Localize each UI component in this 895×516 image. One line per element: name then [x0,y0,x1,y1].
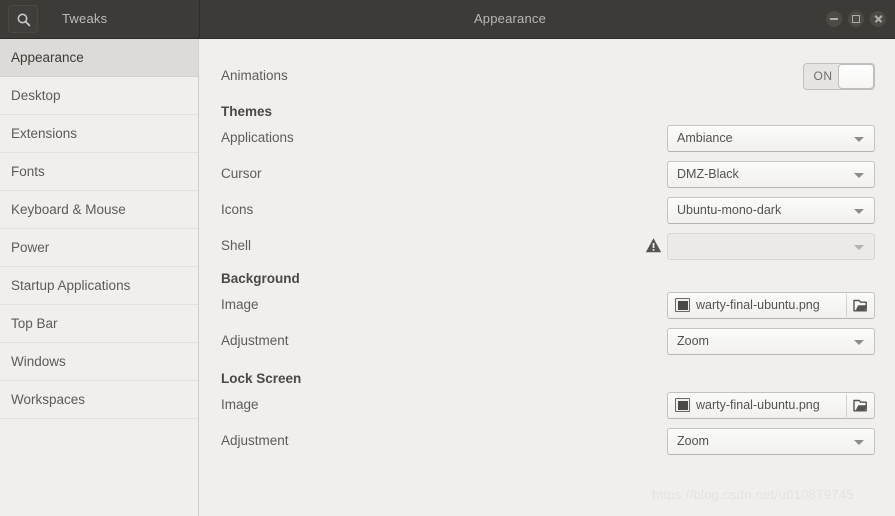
cursor-label: Cursor [221,166,262,181]
sidebar-item-keyboard-and-mouse[interactable]: Keyboard & Mouse [0,191,198,229]
sidebar-item-fonts[interactable]: Fonts [0,153,198,191]
sidebar-item-windows[interactable]: Windows [0,343,198,381]
shell-theme-dropdown[interactable] [667,233,875,260]
image-thumbnail-icon [675,398,690,412]
sidebar-item-desktop[interactable]: Desktop [0,77,198,115]
minimize-icon [830,18,838,20]
app-title: Tweaks [62,11,108,26]
background-adjustment-value: Zoom [677,334,709,348]
icons-theme-value: Ubuntu-mono-dark [677,203,782,217]
sidebar: Appearance Desktop Extensions Fonts Keyb… [0,39,199,516]
animations-toggle-state: ON [813,69,833,83]
section-themes: Themes [200,99,895,127]
icons-theme-dropdown[interactable]: Ubuntu-mono-dark [667,197,875,224]
themes-section-label: Themes [221,104,273,119]
background-image-filename: warty-final-ubuntu.png [696,298,820,312]
lock-screen-adjustment-dropdown[interactable]: Zoom [667,428,875,455]
sidebar-item-label: Appearance [11,50,84,65]
row-lock-screen-image: Image warty-final-ubuntu.png [200,392,895,420]
image-thumbnail-icon [675,298,690,312]
background-section-label: Background [221,271,300,286]
sidebar-item-label: Keyboard & Mouse [11,202,126,217]
close-button[interactable] [870,11,886,27]
chevron-down-icon [854,340,864,345]
background-image-file-button[interactable]: warty-final-ubuntu.png [667,292,875,319]
sidebar-item-workspaces[interactable]: Workspaces [0,381,198,419]
shell-label: Shell [221,238,252,253]
title-bar: Tweaks Appearance [0,0,895,39]
lock-screen-adjustment-value: Zoom [677,434,709,448]
chevron-down-icon [854,209,864,214]
settings-panel: Animations ON Themes Applications Ambian… [200,39,895,516]
sidebar-item-extensions[interactable]: Extensions [0,115,198,153]
background-image-label: Image [221,297,259,312]
sidebar-item-appearance[interactable]: Appearance [0,39,198,77]
title-bar-left-pane: Tweaks [0,0,200,38]
chevron-down-icon [854,173,864,178]
warning-icon [645,237,662,254]
background-adjustment-dropdown[interactable]: Zoom [667,328,875,355]
chevron-down-icon [854,245,864,250]
chevron-down-icon [854,137,864,142]
chevron-down-icon [854,440,864,445]
section-lock-screen: Lock Screen [200,366,895,394]
row-cursor-theme: Cursor DMZ-Black [200,161,895,189]
sidebar-item-label: Workspaces [11,392,86,407]
cursor-theme-value: DMZ-Black [677,167,739,181]
applications-label: Applications [221,130,294,145]
lock-screen-section-label: Lock Screen [221,371,302,386]
document-open-icon [852,398,869,414]
sidebar-item-label: Desktop [11,88,61,103]
sidebar-item-power[interactable]: Power [0,229,198,267]
background-adjustment-label: Adjustment [221,333,289,348]
sidebar-item-label: Windows [11,354,66,369]
lock-screen-image-file-button[interactable]: warty-final-ubuntu.png [667,392,875,419]
cursor-theme-dropdown[interactable]: DMZ-Black [667,161,875,188]
row-icons-theme: Icons Ubuntu-mono-dark [200,197,895,225]
watermark-text: https://blog.csdn.net/u010879745 [652,487,854,502]
lock-screen-adjustment-label: Adjustment [221,433,289,448]
sidebar-item-top-bar[interactable]: Top Bar [0,305,198,343]
sidebar-item-startup-applications[interactable]: Startup Applications [0,267,198,305]
sidebar-item-label: Extensions [11,126,78,141]
row-applications-theme: Applications Ambiance [200,125,895,153]
maximize-icon [852,15,860,23]
minimize-button[interactable] [826,11,842,27]
lock-screen-image-label: Image [221,397,259,412]
animations-toggle[interactable]: ON [803,63,875,90]
file-button-separator [846,394,847,419]
document-open-icon [852,298,869,314]
section-background: Background [200,266,895,294]
sidebar-item-label: Top Bar [11,316,58,331]
sidebar-item-label: Startup Applications [11,278,131,293]
row-animations: Animations ON [200,63,895,91]
icons-label: Icons [221,202,254,217]
maximize-button[interactable] [848,11,864,27]
lock-screen-image-filename: warty-final-ubuntu.png [696,398,820,412]
row-background-image: Image warty-final-ubuntu.png [200,292,895,320]
search-button[interactable] [8,5,38,33]
row-shell-theme: Shell [200,233,895,261]
animations-toggle-knob [838,64,874,89]
applications-theme-value: Ambiance [677,131,733,145]
animations-label: Animations [221,68,288,83]
sidebar-item-label: Fonts [11,164,45,179]
applications-theme-dropdown[interactable]: Ambiance [667,125,875,152]
sidebar-item-label: Power [11,240,50,255]
row-lock-screen-adjustment: Adjustment Zoom [200,428,895,456]
window-controls [826,11,886,27]
row-background-adjustment: Adjustment Zoom [200,328,895,356]
window-title: Appearance [473,11,547,26]
file-button-separator [846,294,847,319]
tweaks-window: Tweaks Appearance Appearance Desktop Ext… [0,0,895,516]
